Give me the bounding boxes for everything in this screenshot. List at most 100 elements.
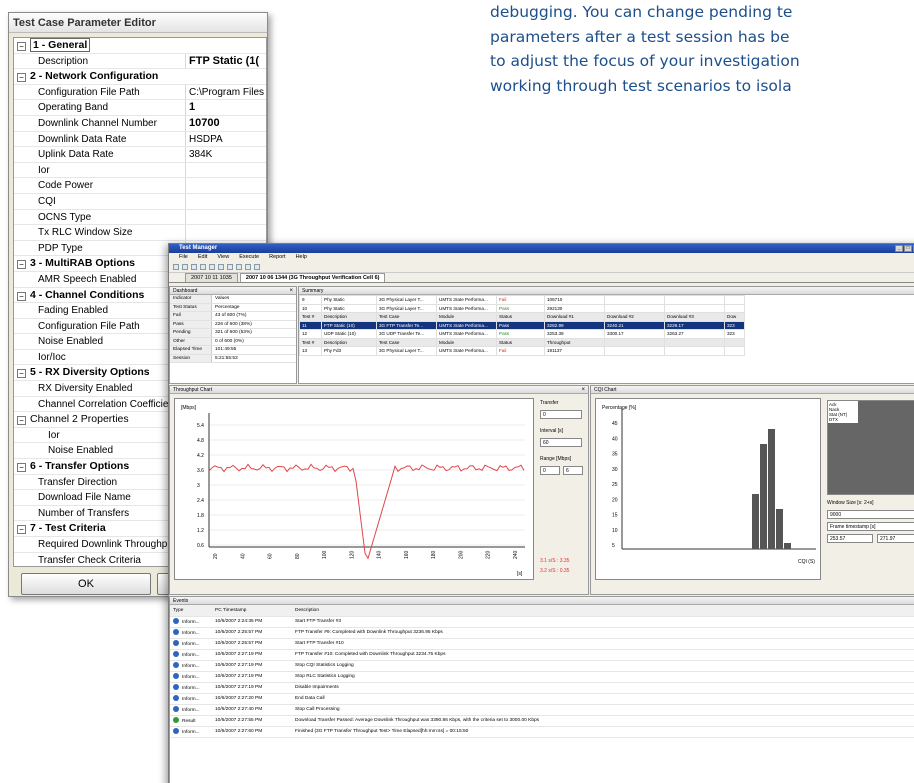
property-name: Configuration File Path [14,84,186,100]
pause-icon[interactable] [245,264,251,270]
event-row[interactable]: Result 10/6/2007 2:27:55 PM Download Trans… [170,715,914,727]
grid-row[interactable]: Configuration File Path C:\Program Files [14,84,266,101]
close-icon[interactable]: × [581,386,585,394]
table-row[interactable]: 10 Phy Static 3G Physical Layer T... UMTS 3… [299,303,745,313]
event-row[interactable]: Inform... 10/6/2007 2:27:19 PM Disable Imp… [170,682,914,694]
property-name: Required Downlink Throughput [14,537,186,552]
property-value[interactable]: 384K [186,147,266,162]
collapse-icon[interactable]: − [17,463,26,473]
grid-row[interactable]: Code Power [14,178,266,194]
interval-select[interactable]: 60 [540,438,582,447]
event-row[interactable]: Inform... 10/6/2007 2:27:20 PM End Data Ca… [170,693,914,705]
table-cell [724,346,745,356]
table-row[interactable]: 11 FTP Static (10) 3G FTP Transfer Te... UM… [299,320,745,330]
ok-button[interactable]: OK [21,573,151,595]
grid-row[interactable]: OCNS Type [14,209,266,226]
event-row[interactable]: Inform... 10/6/2007 2:24:35 PM Start FTP T… [170,616,914,628]
property-value[interactable] [186,194,266,209]
grid-row[interactable]: Tx RLC Window Size [14,225,266,241]
table-cell: UMTS 3rate Performa... [436,303,497,313]
collapse-icon[interactable]: − [17,42,26,51]
property-value[interactable] [186,178,266,193]
menu-item[interactable]: File [179,253,188,262]
grid-row[interactable]: Description FTP Static (1( [14,53,266,70]
menu-item[interactable]: Help [296,253,307,262]
frame-a-input[interactable]: 253.57 [827,534,873,543]
y-tick-label: 30 [612,467,618,473]
property-value[interactable] [186,163,266,178]
legend-entry[interactable]: DTX [829,417,857,422]
grid-section[interactable]: −2 - Network Configuration [14,69,266,85]
table-row[interactable]: 9 Phy Static 3G Physical Layer T... UMTS 3r… [299,295,745,305]
save-icon[interactable] [191,264,197,270]
grid-row[interactable]: CQI [14,193,266,210]
event-type: Inform... [170,682,212,694]
dashboard-key: Elapsed Time [170,346,212,354]
dashboard-row: Test Status Percentage [170,303,296,312]
print-icon[interactable] [200,264,206,270]
frame-b-input[interactable]: 271.97 [877,534,914,543]
collapse-icon[interactable]: − [17,73,26,83]
event-row[interactable]: Inform... 10/6/2007 2:25:57 PM Start FTP T… [170,638,914,650]
collapse-icon[interactable]: − [17,291,26,301]
column-header[interactable]: Description [292,605,914,617]
column-header[interactable]: Type [170,605,212,617]
grid-row[interactable]: Ior [14,162,266,179]
table-cell [664,337,725,347]
menu-item[interactable]: Execute [239,253,259,262]
grid-row[interactable]: Downlink Channel Number 10700 [14,115,266,132]
property-value[interactable]: 1 [186,100,266,115]
event-row[interactable]: Inform... 10/6/2007 2:27:40 PM Stop Call P… [170,704,914,716]
tab-session-2[interactable]: 2007 10 06 1344 (3G Throughput Verificat… [239,273,386,282]
tab-session-1[interactable]: 2007 10 11 1035 [185,273,238,282]
menu-item[interactable]: View [217,253,229,262]
collapse-icon[interactable]: − [17,416,26,426]
grid-row[interactable]: Uplink Data Rate 384K [14,147,266,163]
stop-icon[interactable] [236,264,242,270]
report-icon[interactable] [254,264,260,270]
y-tick-label: 1.2 [197,528,204,534]
grid-section[interactable]: −1 - General [14,38,266,54]
table-row[interactable]: 12 UDP Static (10) 3G UDP Transfer Te... UM… [299,329,745,339]
property-value[interactable]: 10700 [186,116,266,131]
column-header[interactable]: PC Timestamp [212,605,292,617]
event-row[interactable]: Inform... 10/6/2007 2:25:57 PM FTP Transfe… [170,627,914,639]
window-size-input[interactable]: 9000 [827,510,914,519]
new-icon[interactable] [173,264,179,270]
property-value[interactable] [186,210,266,225]
table-row[interactable]: Test # Description Test Case Module Status Do… [299,312,745,322]
property-value[interactable]: C:\Program Files [186,85,266,100]
close-icon[interactable]: × [289,287,293,295]
transfer-spinner[interactable]: 0 [540,410,582,419]
grid-row[interactable]: Operating Band 1 [14,100,266,116]
property-value[interactable]: HSDPA [186,132,266,147]
collapse-icon[interactable]: − [17,525,26,535]
event-row[interactable]: Inform... 10/6/2007 2:27:19 PM Stop RLC St… [170,671,914,683]
run-icon[interactable] [227,264,233,270]
range-label: Range [Mbps] [540,456,572,462]
property-value[interactable] [186,225,266,240]
minimize-icon[interactable]: _ [895,245,903,252]
property-value[interactable]: FTP Static (1( [186,54,266,69]
table-cell [724,295,745,305]
y-tick-label: 5 [612,543,615,549]
event-row[interactable]: Inform... 10/6/2007 2:27:19 PM FTP Transfe… [170,649,914,661]
maximize-icon[interactable]: □ [904,245,912,252]
table-cell: 3G Physical Layer T... [376,346,437,356]
event-description: FTP Transfer #10: Completed with Downlin… [292,649,914,661]
range-high-spinner[interactable]: 6 [563,466,583,475]
copy-icon[interactable] [218,264,224,270]
event-row[interactable]: Inform... 10/6/2007 2:27:60 PM Finished (3… [170,726,914,738]
grid-row[interactable]: Downlink Data Rate HSDPA [14,131,266,148]
menu-item[interactable]: Report [269,253,286,262]
event-row[interactable]: Inform... 10/6/2007 2:27:19 PM Stop CQI St… [170,660,914,672]
open-icon[interactable] [182,264,188,270]
cut-icon[interactable] [209,264,215,270]
range-low-spinner[interactable]: 0 [540,466,560,475]
table-row[interactable]: 13 Phy Fd3 3G Physical Layer T... UMTS 3rat… [299,346,745,356]
collapse-icon[interactable]: − [17,260,26,270]
event-type: Result [170,715,212,727]
collapse-icon[interactable]: − [17,369,26,379]
menu-item[interactable]: Edit [198,253,207,262]
table-row[interactable]: Test # Description Test Case Module Status Th… [299,337,745,347]
